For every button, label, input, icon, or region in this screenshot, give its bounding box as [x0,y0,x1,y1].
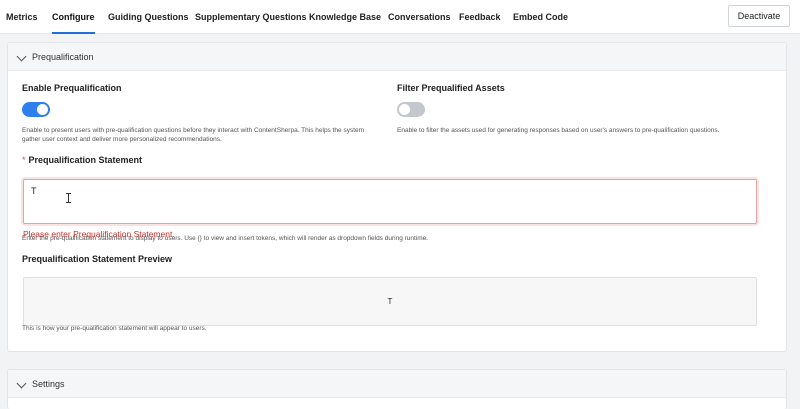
tab-feedback[interactable]: Feedback [459,0,501,34]
filter-prequalified-assets-help: Enable to filter the assets used for gen… [397,127,720,134]
statement-preview-box: T [23,277,757,326]
deactivate-button[interactable]: Deactivate [728,5,790,27]
enable-prequalification-toggle[interactable] [22,102,50,117]
prequalification-statement-input[interactable] [23,179,757,224]
chevron-down-icon[interactable] [16,51,27,62]
toggle-knob [399,104,410,115]
chevron-down-icon[interactable] [16,378,27,389]
statement-help-text: Enter the pre-qualification statement to… [22,235,429,242]
filter-prequalified-assets-label: Filter Prequalified Assets [397,83,505,93]
tab-configure[interactable]: Configure [52,0,95,34]
required-marker: * [22,155,26,165]
prequalification-statement-label-text: Prequalification Statement [28,155,143,165]
statement-preview-text: T [387,297,393,306]
toggle-knob [37,104,48,115]
tab-conversations[interactable]: Conversations [388,0,451,34]
tab-embed-code[interactable]: Embed Code [513,0,568,34]
top-nav: Metrics Configure Guiding Questions Supp… [0,0,800,34]
settings-panel: Settings [7,369,787,409]
prequalification-section-title: Prequalification [32,52,94,62]
preview-help-text: This is how your pre-qualification state… [22,325,207,332]
enable-prequalification-help: Enable to present users with pre-qualifi… [22,127,365,143]
enable-prequalification-label: Enable Prequalification [22,83,122,93]
statement-preview-label: Prequalification Statement Preview [22,254,173,264]
prequalification-panel-header[interactable]: Prequalification [8,43,786,71]
tab-knowledge-base[interactable]: Knowledge Base [309,0,381,34]
settings-section-title: Settings [32,379,65,389]
settings-panel-header[interactable]: Settings [8,370,786,398]
prequalification-panel: Prequalification Enable Prequalification… [7,42,787,352]
tab-supplementary-questions[interactable]: Supplementary Questions [195,0,307,34]
text-cursor-icon [66,193,72,203]
tab-metrics[interactable]: Metrics [6,0,38,34]
filter-prequalified-assets-toggle[interactable] [397,102,425,117]
tab-guiding-questions[interactable]: Guiding Questions [108,0,189,34]
prequalification-statement-label: * Prequalification Statement [22,155,142,165]
